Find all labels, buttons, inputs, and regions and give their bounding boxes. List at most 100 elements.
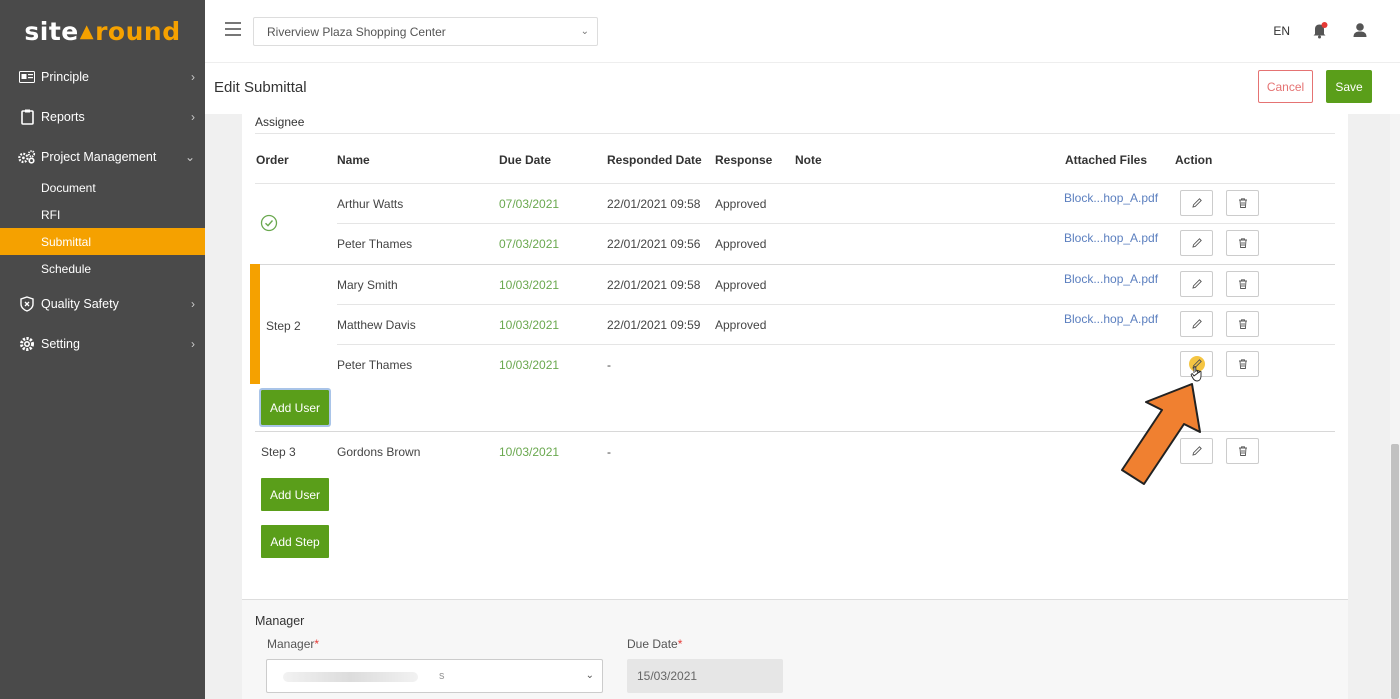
divider <box>337 344 1335 345</box>
cancel-button[interactable]: Cancel <box>1258 70 1313 103</box>
responded-date: - <box>607 445 611 459</box>
scrollbar[interactable] <box>1390 114 1400 699</box>
col-header-response: Response <box>715 153 773 167</box>
add-step-button[interactable]: Add Step <box>261 525 329 558</box>
divider <box>337 223 1335 224</box>
edit-button[interactable] <box>1180 230 1213 256</box>
col-header-note: Note <box>795 153 822 167</box>
manager-field-label: Manager* <box>267 637 319 651</box>
user-icon[interactable] <box>1351 21 1369 39</box>
delete-button[interactable] <box>1226 438 1259 464</box>
scrollbar-thumb[interactable] <box>1391 444 1399 699</box>
chevron-down-icon: ⌄ <box>580 26 589 37</box>
delete-button[interactable] <box>1226 190 1259 216</box>
sidebar-item-quality-safety[interactable]: Quality Safety › <box>0 284 205 324</box>
sidebar-item-label: Reports <box>41 110 85 124</box>
responded-date: 22/01/2021 09:59 <box>607 318 701 332</box>
project-select[interactable]: Riverview Plaza Shopping Center ⌄ <box>253 17 598 46</box>
sidebar-item-principle[interactable]: Principle › <box>0 57 205 97</box>
col-header-responded-date: Responded Date <box>607 153 702 167</box>
save-button[interactable]: Save <box>1326 70 1372 103</box>
divider <box>255 183 1335 184</box>
sidebar-item-label: Quality Safety <box>41 297 119 311</box>
due-date: 10/03/2021 <box>499 318 560 332</box>
due-date-field-label: Due Date* <box>627 637 682 651</box>
trash-icon <box>1238 319 1247 329</box>
pencil-icon <box>1191 319 1202 329</box>
chevron-down-icon: ⌄ <box>184 150 195 164</box>
trash-icon <box>1238 446 1247 456</box>
col-header-order: Order <box>256 153 289 167</box>
due-date: 10/03/2021 <box>499 358 560 372</box>
add-user-button-step2[interactable]: Add User <box>259 388 331 427</box>
due-date-label-text: Due Date <box>627 637 678 651</box>
chevron-right-icon: › <box>191 297 195 311</box>
assignee-name: Peter Thames <box>337 237 413 251</box>
delete-button[interactable] <box>1226 351 1259 377</box>
edit-button[interactable] <box>1180 311 1213 337</box>
edit-button[interactable] <box>1180 271 1213 297</box>
sidebar-item-project-management[interactable]: Project Management ⌄ <box>0 137 205 177</box>
sidebar-subitem-schedule[interactable]: Schedule <box>0 255 205 282</box>
manager-due-date-input[interactable]: 15/03/2021 <box>627 659 783 693</box>
pencil-icon <box>1191 238 1202 248</box>
sidebar-item-label: Project Management <box>41 150 157 164</box>
logo-text-site: site <box>24 16 79 46</box>
responded-date: 22/01/2021 09:58 <box>607 278 701 292</box>
delete-button[interactable] <box>1226 311 1259 337</box>
required-mark: * <box>677 637 683 651</box>
hamburger-menu-icon[interactable] <box>225 22 241 36</box>
trash-icon <box>1238 238 1247 248</box>
col-header-action: Action <box>1175 153 1213 167</box>
attached-file-link[interactable]: Block...hop_A.pdf <box>1064 272 1158 286</box>
chevron-down-icon: ⌄ <box>585 670 594 681</box>
language-switch[interactable]: EN <box>1273 24 1290 38</box>
assignee-name: Gordons Brown <box>337 445 421 459</box>
pencil-icon <box>1191 198 1202 208</box>
trash-icon <box>1238 279 1247 289</box>
page-title: Edit Submittal <box>214 79 307 96</box>
bell-icon[interactable] <box>1311 21 1329 39</box>
clipboard-icon <box>18 109 36 125</box>
cogs-icon <box>18 149 36 165</box>
trash-icon <box>1238 198 1247 208</box>
response: Approved <box>715 237 767 251</box>
assignee-name: Peter Thames <box>337 358 413 372</box>
project-select-value: Riverview Plaza Shopping Center <box>267 24 446 39</box>
trash-icon <box>1238 359 1247 369</box>
sidebar-subitem-document[interactable]: Document <box>0 174 205 201</box>
add-user-button-step3[interactable]: Add User <box>261 478 329 511</box>
step-label: Step 3 <box>261 445 296 459</box>
edit-button[interactable] <box>1180 190 1213 216</box>
sidebar-subitem-label: Document <box>41 180 96 195</box>
content-area: Assignee Order Name Due Date Responded D… <box>205 114 1400 699</box>
attached-file-link[interactable]: Block...hop_A.pdf <box>1064 191 1158 205</box>
sidebar-subitem-submittal[interactable]: Submittal <box>0 228 205 255</box>
responded-date: 22/01/2021 09:58 <box>607 197 701 211</box>
response: Approved <box>715 318 767 332</box>
manager-value-tail: s <box>439 670 445 682</box>
attached-file-link[interactable]: Block...hop_A.pdf <box>1064 231 1158 245</box>
step-label: Step 2 <box>266 319 301 333</box>
top-bar: Riverview Plaza Shopping Center ⌄ EN <box>205 0 1400 62</box>
delete-button[interactable] <box>1226 271 1259 297</box>
required-mark: * <box>314 637 320 651</box>
delete-button[interactable] <box>1226 230 1259 256</box>
sidebar-item-setting[interactable]: Setting › <box>0 324 205 364</box>
gear-icon <box>18 336 36 352</box>
sidebar-subitem-label: Schedule <box>41 261 92 276</box>
manager-value-redacted <box>283 672 418 682</box>
col-header-due-date: Due Date <box>499 153 552 167</box>
pointer-arrow-annotation <box>1121 383 1201 485</box>
response: Approved <box>715 197 767 211</box>
pencil-icon <box>1191 279 1202 289</box>
due-date: 07/03/2021 <box>499 237 560 251</box>
logo[interactable]: site ▲ round <box>0 0 205 62</box>
shield-icon <box>18 296 36 312</box>
manager-select[interactable]: s ⌄ <box>266 659 603 693</box>
col-header-attached-files: Attached Files <box>1065 153 1148 167</box>
attached-file-link[interactable]: Block...hop_A.pdf <box>1064 312 1158 326</box>
sidebar-subitem-rfi[interactable]: RFI <box>0 201 205 228</box>
due-date: 07/03/2021 <box>499 197 560 211</box>
sidebar-item-reports[interactable]: Reports › <box>0 97 205 137</box>
